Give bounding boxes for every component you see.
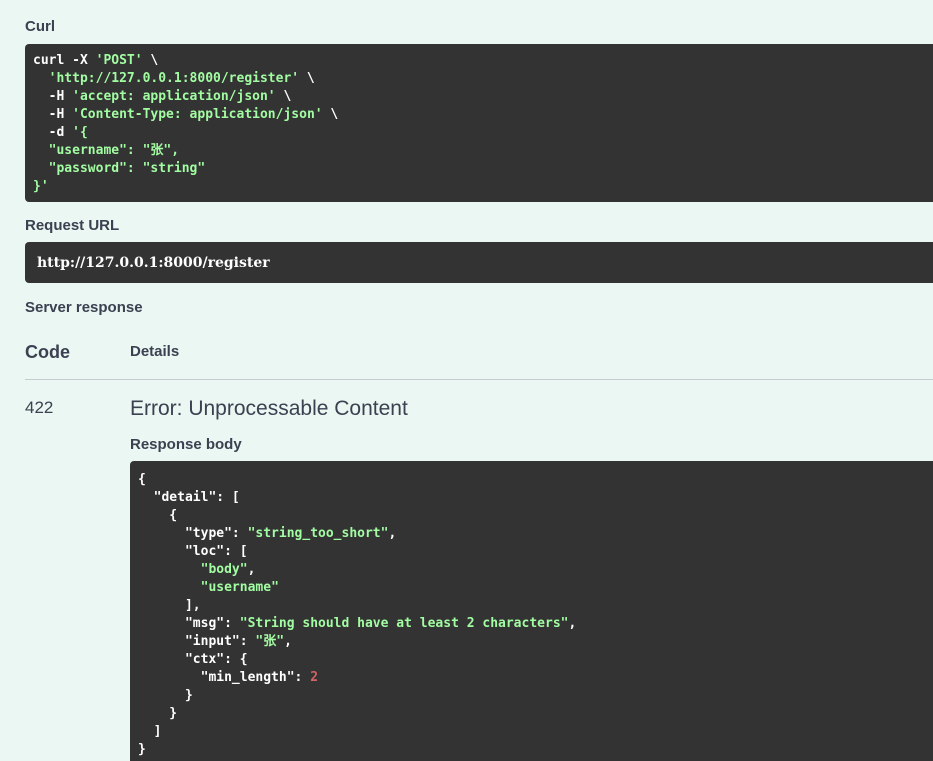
response-status-code: 422 xyxy=(25,398,54,417)
request-url-label: Request URL xyxy=(25,217,120,234)
code-line: "msg": "String should have at least 2 ch… xyxy=(138,615,933,633)
code-token: curl -X xyxy=(33,53,96,68)
code-token: 'POST' xyxy=(95,53,143,68)
code-token: "password": "string" xyxy=(33,161,206,176)
code-token: : xyxy=(224,616,240,631)
code-token: "string_too_short" xyxy=(247,526,389,541)
code-line: { xyxy=(138,471,933,489)
code-token: \ xyxy=(275,89,292,104)
code-line: curl -X 'POST' \ xyxy=(33,52,933,70)
code-line: 'http://127.0.0.1:8000/register' \ xyxy=(33,70,933,88)
code-token: : xyxy=(231,526,248,541)
code-token: "detail" xyxy=(138,490,217,505)
code-token: 2 xyxy=(310,670,319,685)
code-line: } xyxy=(138,705,933,723)
code-token: 'http://127.0.0.1:8000/register' xyxy=(48,71,300,86)
code-token: -H xyxy=(33,89,73,104)
response-body-block[interactable]: { "detail": [ { "type": "string_too_shor… xyxy=(130,461,933,761)
code-token: , xyxy=(388,526,397,541)
code-token: "张" xyxy=(255,634,285,649)
curl-command-block[interactable]: curl -X 'POST' \ 'http://127.0.0.1:8000/… xyxy=(25,44,933,202)
code-token: '{ xyxy=(72,125,88,140)
code-token: ], xyxy=(138,598,201,613)
code-line: "username" xyxy=(138,579,933,597)
code-token: , xyxy=(247,562,256,577)
code-line: ], xyxy=(138,597,933,615)
code-token: ] xyxy=(138,724,162,739)
code-line: { xyxy=(138,507,933,525)
code-token: : xyxy=(239,634,256,649)
code-token: "username" xyxy=(200,580,279,595)
code-token: { xyxy=(138,472,146,487)
code-token: "loc" xyxy=(138,544,225,559)
code-token: "username": "张", xyxy=(33,143,180,158)
code-token: "input" xyxy=(138,634,240,649)
code-token: , xyxy=(568,616,577,631)
code-line: } xyxy=(138,687,933,705)
code-token: } xyxy=(138,742,146,757)
code-line: "min_length": 2 xyxy=(138,669,933,687)
code-line: "password": "string" xyxy=(33,160,933,178)
response-body-label: Response body xyxy=(130,436,242,453)
code-line: }' xyxy=(33,178,933,196)
code-token: "ctx" xyxy=(138,652,225,667)
response-table-divider xyxy=(25,379,933,380)
code-line: "detail": [ xyxy=(138,489,933,507)
code-line: -d '{ xyxy=(33,124,933,142)
code-token: , xyxy=(284,634,292,649)
code-token: \ xyxy=(322,107,339,122)
code-token: { xyxy=(138,508,178,523)
code-line: } xyxy=(138,741,933,759)
request-url-value[interactable]: http://127.0.0.1:8000/register xyxy=(25,242,933,283)
curl-label: Curl xyxy=(25,18,55,35)
server-response-label: Server response xyxy=(25,299,143,316)
code-line: -H 'Content-Type: application/json' \ xyxy=(33,106,933,124)
code-token: 'accept: application/json' xyxy=(72,89,276,104)
code-token: -H xyxy=(33,107,73,122)
code-token: 'Content-Type: application/json' xyxy=(72,107,323,122)
code-line: "username": "张", xyxy=(33,142,933,160)
code-token: "msg" xyxy=(138,616,225,631)
code-column-header: Code xyxy=(25,342,70,362)
code-token: "type" xyxy=(138,526,232,541)
code-line: ] xyxy=(138,723,933,741)
code-line: -H 'accept: application/json' \ xyxy=(33,88,933,106)
code-token: : { xyxy=(224,652,248,667)
code-token: } xyxy=(138,706,178,721)
code-line: "input": "张", xyxy=(138,633,933,651)
code-token: -d xyxy=(33,125,73,140)
code-token: "String should have at least 2 character… xyxy=(239,616,569,631)
code-line: "body", xyxy=(138,561,933,579)
code-token: "min_length" xyxy=(138,670,295,685)
code-token: \ xyxy=(142,53,159,68)
details-column-header: Details xyxy=(130,343,180,360)
code-token: : [ xyxy=(216,490,240,505)
response-status-description: Error: Unprocessable Content xyxy=(130,397,408,420)
code-token: \ xyxy=(299,71,315,86)
code-token: }' xyxy=(33,179,49,194)
code-token: : [ xyxy=(224,544,248,559)
code-line: "ctx": { xyxy=(138,651,933,669)
code-line: "loc": [ xyxy=(138,543,933,561)
code-line: "type": "string_too_short", xyxy=(138,525,933,543)
code-token: : xyxy=(294,670,311,685)
code-token: "body" xyxy=(200,562,248,577)
code-token: } xyxy=(138,688,193,703)
